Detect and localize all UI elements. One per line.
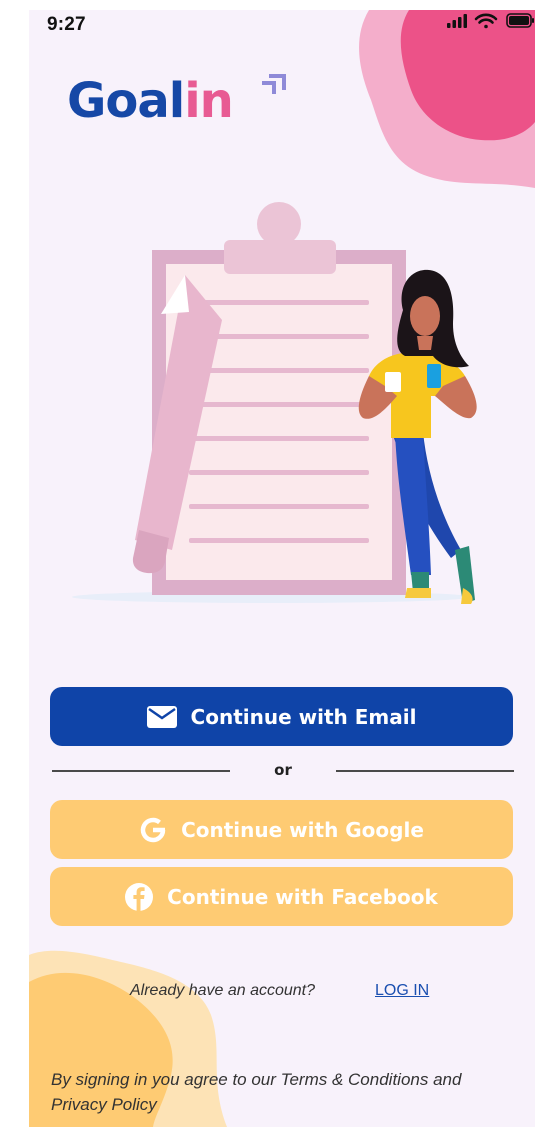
- wifi-icon: [474, 13, 498, 29]
- facebook-icon: [125, 882, 154, 911]
- continue-email-button[interactable]: Continue with Email: [50, 687, 513, 746]
- account-row: Already have an account? LOG IN: [130, 982, 429, 1000]
- divider-line-left: [52, 770, 230, 772]
- login-link[interactable]: LOG IN: [375, 982, 429, 1000]
- continue-facebook-label: Continue with Facebook: [167, 884, 438, 909]
- logo-in-text: in: [184, 73, 234, 129]
- divider-line-right: [336, 770, 514, 772]
- logo-goal-text: Goal: [67, 73, 185, 129]
- app-screen: 9:27 Goalin Continue with Email or Conti…: [29, 10, 535, 1127]
- status-icons: [447, 13, 534, 29]
- arrows-up-right-icon: [262, 74, 286, 94]
- account-prompt: Already have an account?: [130, 982, 316, 999]
- continue-email-label: Continue with Email: [190, 704, 417, 729]
- clipboard-illustration: [72, 202, 477, 604]
- status-time: 9:27: [47, 14, 86, 35]
- brand-logo: Goalin: [67, 70, 287, 132]
- battery-icon: [506, 13, 534, 28]
- signal-icon: [447, 14, 467, 28]
- terms-text: By signing in you agree to our Terms & C…: [51, 1070, 462, 1114]
- continue-google-button[interactable]: Continue with Google: [50, 800, 513, 859]
- divider-or-label: or: [274, 761, 292, 779]
- mail-icon: [146, 705, 177, 728]
- continue-google-label: Continue with Google: [181, 817, 424, 842]
- google-icon: [139, 816, 167, 844]
- logo-wordmark: Goalin: [67, 70, 234, 132]
- continue-facebook-button[interactable]: Continue with Facebook: [50, 867, 513, 926]
